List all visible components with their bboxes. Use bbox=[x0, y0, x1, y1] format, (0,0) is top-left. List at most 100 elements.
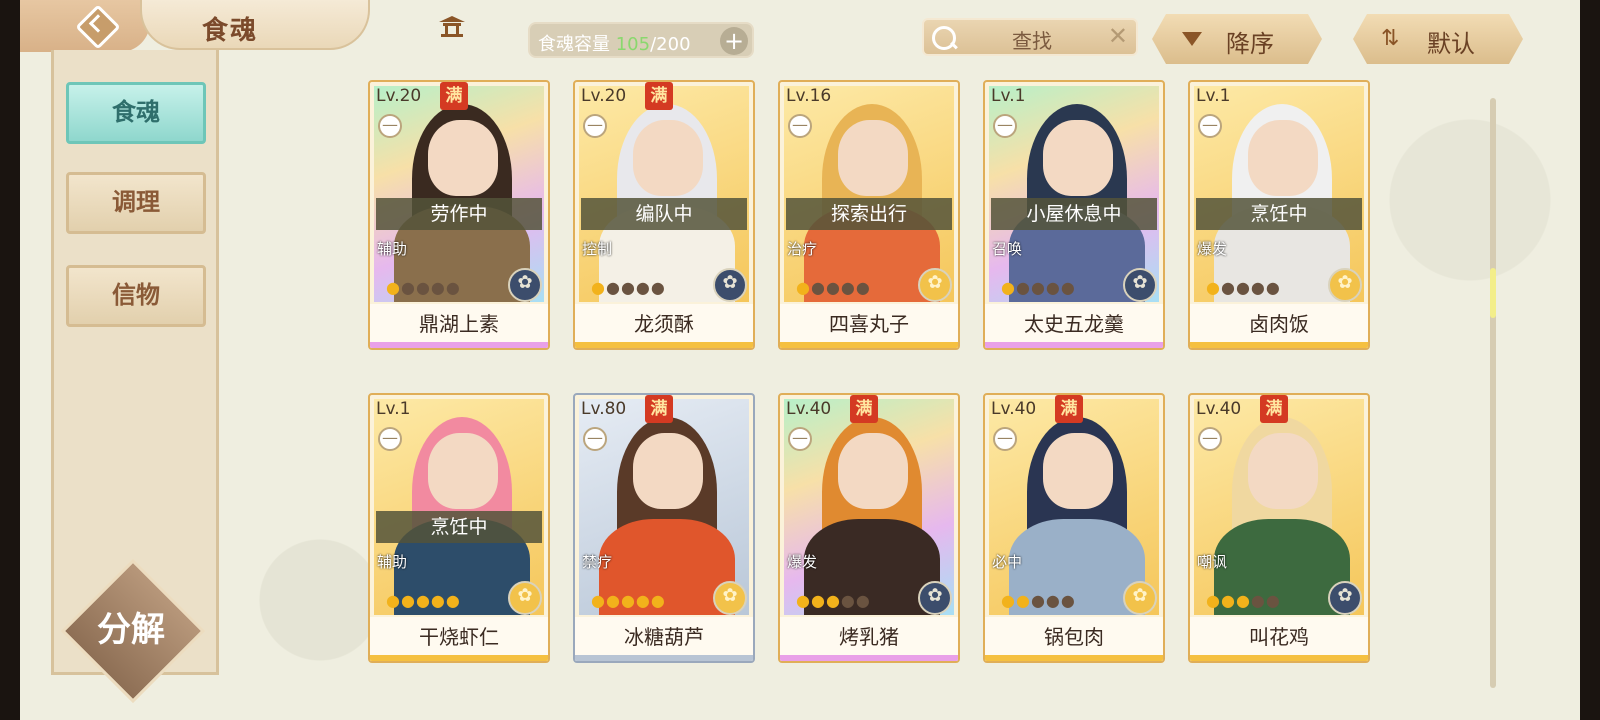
card-name: 叫花鸡 bbox=[1190, 617, 1368, 661]
star-icon: ● bbox=[1220, 278, 1236, 297]
star-rating: ●●●●● bbox=[386, 591, 461, 610]
star-icon: ● bbox=[620, 591, 636, 610]
food-soul-card[interactable]: Lv.20满—劳作中辅助●●●●●鼎湖上素 bbox=[368, 80, 550, 350]
lock-icon[interactable]: — bbox=[583, 114, 607, 138]
max-badge: 满 bbox=[645, 82, 673, 110]
sidebar-item-food-soul[interactable]: 食魂 bbox=[66, 82, 206, 144]
food-soul-card[interactable]: Lv.40满—嘲讽●●●●●叫花鸡 bbox=[1188, 393, 1370, 663]
element-emblem-icon bbox=[1123, 581, 1157, 615]
level-label: Lv.20 bbox=[376, 86, 422, 106]
sort-order-label: 降序 bbox=[1226, 30, 1274, 58]
status-label: 劳作中 bbox=[376, 198, 542, 230]
level-label: Lv.1 bbox=[991, 86, 1026, 106]
role-badge: 必中 bbox=[985, 549, 1029, 575]
food-soul-card[interactable]: Lv.80满—禁疗●●●●●冰糖葫芦 bbox=[573, 393, 755, 663]
star-icon: ● bbox=[825, 278, 841, 297]
sidebar-item-cooking[interactable]: 调理 bbox=[66, 172, 206, 234]
food-soul-card[interactable]: Lv.1—小屋休息中召唤●●●●●太史五龙羹 bbox=[983, 80, 1165, 350]
star-icon: ● bbox=[1001, 278, 1016, 297]
star-rating: ●●●●● bbox=[591, 591, 666, 610]
add-capacity-button[interactable]: + bbox=[720, 27, 748, 55]
star-icon: ● bbox=[1030, 591, 1046, 610]
food-soul-card[interactable]: Lv.1—烹饪中辅助●●●●●干烧虾仁 bbox=[368, 393, 550, 663]
lock-icon[interactable]: — bbox=[378, 427, 402, 451]
decompose-label: 分解 bbox=[97, 610, 165, 650]
food-soul-card[interactable]: Lv.16—探索出行治疗●●●●●四喜丸子 bbox=[778, 80, 960, 350]
star-icon: ● bbox=[1060, 278, 1076, 297]
star-rating: ●●●●● bbox=[1206, 591, 1281, 610]
role-badge: 治疗 bbox=[780, 236, 824, 262]
star-icon: ● bbox=[650, 278, 666, 297]
scrollbar[interactable] bbox=[1490, 98, 1496, 688]
star-icon: ● bbox=[1045, 591, 1061, 610]
level-label: Lv.40 bbox=[786, 399, 832, 419]
lock-icon[interactable]: — bbox=[1198, 427, 1222, 451]
lock-icon[interactable]: — bbox=[993, 427, 1017, 451]
star-icon: ● bbox=[1001, 591, 1016, 610]
star-icon: ● bbox=[650, 591, 666, 610]
card-name: 卤肉饭 bbox=[1190, 304, 1368, 348]
sort-down-icon bbox=[1182, 32, 1202, 46]
star-icon: ● bbox=[796, 591, 811, 610]
card-name: 龙须酥 bbox=[575, 304, 753, 348]
pavilion-icon[interactable] bbox=[437, 14, 467, 38]
star-icon: ● bbox=[1015, 278, 1031, 297]
star-icon: ● bbox=[810, 591, 826, 610]
level-label: Lv.16 bbox=[786, 86, 832, 106]
title-tab: 食魂 bbox=[140, 0, 465, 50]
star-icon: ● bbox=[415, 591, 431, 610]
star-icon: ● bbox=[445, 278, 461, 297]
status-label: 编队中 bbox=[581, 198, 747, 230]
star-rating: ●●●●● bbox=[796, 591, 871, 610]
food-soul-card[interactable]: Lv.40满—必中●●●●●锅包肉 bbox=[983, 393, 1165, 663]
back-button[interactable] bbox=[20, 0, 150, 52]
food-soul-card[interactable]: Lv.1—烹饪中爆发●●●●●卤肉饭 bbox=[1188, 80, 1370, 350]
star-icon: ● bbox=[1265, 591, 1281, 610]
lock-icon[interactable]: — bbox=[378, 114, 402, 138]
app-window: 食魂 食魂容量 105/200 + 查找 ✕ 降序 ⇅ 默认 食魂 调理 信物 … bbox=[20, 0, 1580, 720]
element-emblem-icon bbox=[918, 581, 952, 615]
star-icon: ● bbox=[430, 591, 446, 610]
card-name: 干烧虾仁 bbox=[370, 617, 548, 661]
food-soul-card[interactable]: Lv.40满—爆发●●●●●烤乳猪 bbox=[778, 393, 960, 663]
capacity-text: 食魂容量 105/200 bbox=[538, 34, 691, 55]
star-icon: ● bbox=[386, 591, 401, 610]
element-emblem-icon bbox=[1328, 581, 1362, 615]
star-icon: ● bbox=[1250, 278, 1266, 297]
star-rating: ●●●●● bbox=[1001, 591, 1076, 610]
star-icon: ● bbox=[620, 278, 636, 297]
scrollbar-thumb[interactable] bbox=[1490, 268, 1496, 318]
max-badge: 满 bbox=[440, 82, 468, 110]
level-label: Lv.20 bbox=[581, 86, 627, 106]
lock-icon[interactable]: — bbox=[583, 427, 607, 451]
lock-icon[interactable]: — bbox=[788, 114, 812, 138]
lock-icon[interactable]: — bbox=[1198, 114, 1222, 138]
card-name: 太史五龙羹 bbox=[985, 304, 1163, 348]
search-box[interactable]: 查找 ✕ bbox=[922, 18, 1138, 56]
lock-icon[interactable]: — bbox=[993, 114, 1017, 138]
star-icon: ● bbox=[1030, 278, 1046, 297]
element-emblem-icon bbox=[508, 268, 542, 302]
sort-order-button[interactable]: 降序 bbox=[1152, 14, 1322, 64]
element-emblem-icon bbox=[1328, 268, 1362, 302]
card-name: 四喜丸子 bbox=[780, 304, 958, 348]
sort-toggle-icon: ⇅ bbox=[1381, 26, 1400, 51]
element-emblem-icon bbox=[508, 581, 542, 615]
star-icon: ● bbox=[1235, 278, 1251, 297]
sidebar-item-token[interactable]: 信物 bbox=[66, 265, 206, 327]
status-label: 烹饪中 bbox=[1196, 198, 1362, 230]
star-icon: ● bbox=[1250, 591, 1266, 610]
star-icon: ● bbox=[825, 591, 841, 610]
star-icon: ● bbox=[1045, 278, 1061, 297]
capacity-display: 食魂容量 105/200 + bbox=[528, 22, 754, 58]
star-icon: ● bbox=[430, 278, 446, 297]
role-badge: 爆发 bbox=[1190, 236, 1234, 262]
clear-search-icon[interactable]: ✕ bbox=[1108, 22, 1128, 50]
food-soul-card[interactable]: Lv.20满—编队中控制●●●●●龙须酥 bbox=[573, 80, 755, 350]
lock-icon[interactable]: — bbox=[788, 427, 812, 451]
sort-default-button[interactable]: ⇅ 默认 bbox=[1353, 14, 1523, 64]
search-placeholder: 查找 bbox=[1012, 29, 1052, 53]
role-badge: 辅助 bbox=[370, 236, 414, 262]
status-label: 探索出行 bbox=[786, 198, 952, 230]
star-icon: ● bbox=[605, 591, 621, 610]
